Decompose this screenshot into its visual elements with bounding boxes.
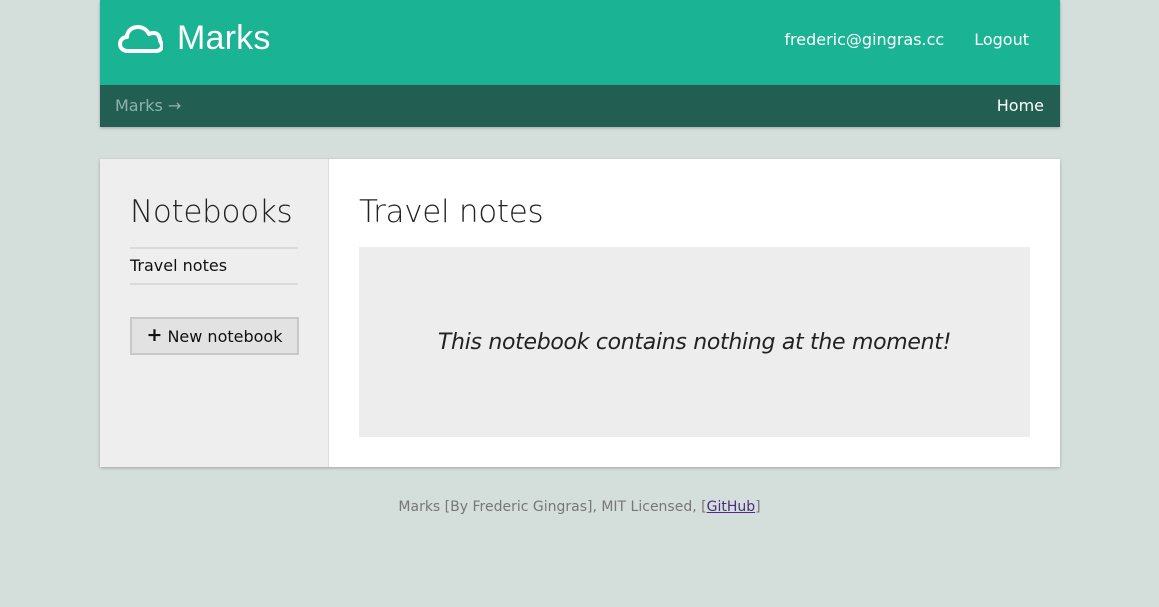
footer-suffix: ] (755, 499, 761, 515)
new-notebook-button[interactable]: + New notebook (130, 317, 299, 355)
empty-message: This notebook contains nothing at the mo… (437, 329, 952, 355)
logout-link[interactable]: Logout (974, 30, 1029, 50)
home-link[interactable]: Home (997, 96, 1044, 116)
plus-icon: + (146, 324, 163, 346)
top-bar: Marks frederic@gingras.cc Logout (100, 0, 1060, 85)
notebooks-sidebar: Notebooks Travel notes + New notebook (100, 159, 329, 467)
notebook-main: Travel notes This notebook contains noth… (329, 159, 1060, 467)
new-notebook-label: New notebook (167, 326, 283, 346)
notebook-title: Travel notes (359, 194, 544, 230)
footer-text: Marks [By Frederic Gingras], MIT License… (398, 499, 707, 515)
sidebar-title: Notebooks (130, 194, 293, 230)
logo[interactable]: Marks (117, 18, 271, 58)
brand-name: Marks (177, 19, 271, 57)
cloud-icon (118, 25, 163, 53)
empty-notebook-panel: This notebook contains nothing at the mo… (359, 247, 1030, 437)
breadcrumb[interactable]: Marks → (115, 96, 181, 116)
content-card: Notebooks Travel notes + New notebook Tr… (100, 159, 1060, 467)
user-nav: frederic@gingras.cc Logout (784, 30, 1029, 50)
user-email-link[interactable]: frederic@gingras.cc (784, 30, 944, 50)
notebook-item[interactable]: Travel notes (130, 256, 227, 276)
sub-bar: Marks → Home (100, 85, 1060, 127)
footer: Marks [By Frederic Gingras], MIT License… (0, 497, 1159, 517)
site-header: Marks frederic@gingras.cc Logout Marks →… (100, 0, 1060, 127)
github-link[interactable]: GitHub (707, 499, 756, 515)
notebook-list: Travel notes (130, 247, 298, 285)
